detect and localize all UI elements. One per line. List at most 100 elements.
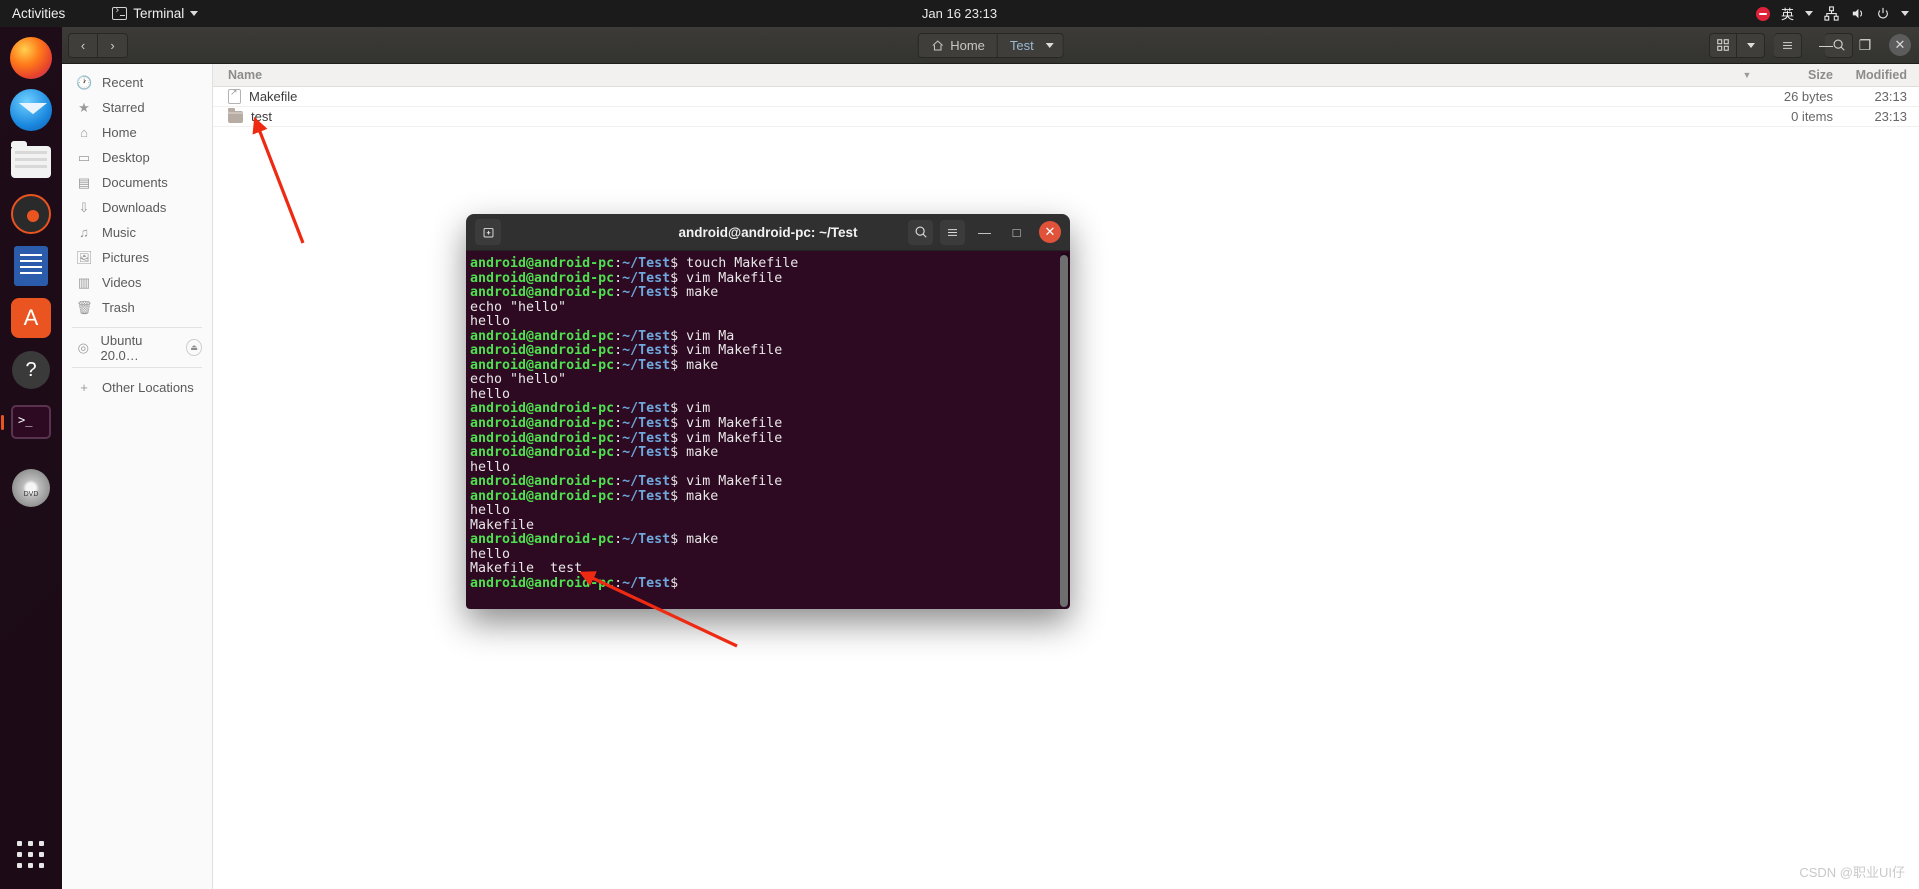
file-size-cell: 26 bytes (1783, 89, 1833, 104)
terminal-user: android@android-pc (470, 474, 615, 490)
sidebar-item-other-locations[interactable]: + Other Locations (62, 375, 212, 400)
sidebar-item-home[interactable]: ⌂ Home (62, 120, 212, 145)
app-menu-label: Terminal (133, 6, 185, 21)
grid-view-button[interactable] (1709, 32, 1737, 58)
files-minimize-button[interactable]: — (1811, 32, 1841, 58)
firefox-icon (10, 37, 52, 79)
file-name-cell[interactable]: test (213, 107, 1733, 124)
ime-indicator[interactable]: 英 (1781, 4, 1794, 23)
eject-icon[interactable]: ⏏ (186, 339, 202, 356)
dock-item-rhythmbox[interactable] (8, 191, 54, 237)
terminal-path: ~/Test (622, 532, 671, 548)
breadcrumb-home[interactable]: Home (917, 32, 998, 58)
terminal-maximize-button[interactable]: □ (1004, 220, 1029, 245)
column-header-size[interactable]: Size (1761, 68, 1833, 82)
file-name-cell[interactable]: Makefile (213, 87, 1733, 104)
terminal-user: android@android-pc (470, 430, 615, 446)
sidebar-item-pictures[interactable]: 🖼 Pictures (62, 245, 212, 270)
terminal-scrollbar-thumb[interactable] (1060, 255, 1068, 607)
activities-button[interactable]: Activities (12, 6, 65, 21)
sidebar-item-label: Pictures (102, 250, 149, 265)
grid-view-icon (1717, 39, 1729, 51)
record-icon[interactable] (1755, 6, 1770, 21)
terminal-command: $ (670, 576, 687, 592)
terminal-output[interactable]: android@android-pc:~/Test$ touch Makefil… (466, 251, 1070, 609)
column-header-name[interactable]: Name (213, 68, 1733, 82)
terminal-command: $ vim Makefile (670, 270, 783, 286)
files-header-bar: ‹ › Home Test — ❐ ✕ (62, 27, 1919, 64)
table-row[interactable]: test 0 items 23:13 (213, 107, 1919, 127)
sidebar-item-recent[interactable]: 🕐 Recent (62, 70, 212, 95)
terminal-user: android@android-pc (470, 256, 615, 271)
sidebar-item-downloads[interactable]: ⇩ Downloads (62, 195, 212, 220)
new-tab-button[interactable] (475, 219, 501, 245)
dock-item-terminal[interactable] (1, 399, 54, 445)
terminal-colon: : (614, 270, 623, 286)
dock-item-libreoffice-writer[interactable] (8, 243, 54, 289)
terminal-minimize-button[interactable]: — (972, 220, 997, 245)
files-close-button[interactable]: ✕ (1889, 34, 1911, 56)
chevron-down-icon (1901, 11, 1909, 16)
dock-item-files[interactable] (8, 139, 54, 185)
dock-item-thunderbird[interactable] (8, 87, 54, 133)
main-menu-button[interactable] (1774, 32, 1802, 58)
terminal-path: ~/Test (622, 401, 671, 417)
header-right-controls: — ❐ ✕ (1700, 32, 1911, 58)
files-maximize-button[interactable]: ❐ (1850, 32, 1880, 58)
clock[interactable]: Jan 16 23:13 (922, 6, 997, 21)
sidebar-item-starred[interactable]: ★ Starred (62, 95, 212, 120)
terminal-command: $ vim Makefile (670, 343, 783, 359)
sidebar-item-music[interactable]: ♫ Music (62, 220, 212, 245)
terminal-path: ~/Test (622, 343, 671, 359)
show-applications-button[interactable] (11, 835, 51, 875)
software-icon (11, 298, 51, 338)
dock-item-help[interactable] (8, 347, 54, 393)
terminal-menu-button[interactable] (940, 219, 965, 245)
sidebar-item-label: Recent (102, 75, 144, 90)
sidebar-item-label: Ubuntu 20.0… (100, 332, 143, 363)
terminal-prompt-line: android@android-pc:~/Test$ vim Makefile (470, 430, 1070, 447)
download-icon: ⇩ (78, 199, 90, 215)
sidebar-item-ubuntu-disc[interactable]: ◎ Ubuntu 20.0… ⏏ (62, 332, 212, 363)
sidebar-item-trash[interactable]: 🗑 Trash (62, 295, 212, 320)
terminal-user: android@android-pc (470, 343, 615, 359)
terminal-output-line: Makefile test (470, 561, 583, 577)
terminal-search-button[interactable] (908, 219, 933, 245)
app-menu-button[interactable]: Terminal (112, 5, 199, 21)
chevron-down-icon (190, 11, 199, 16)
power-icon (1878, 7, 1888, 19)
terminal-icon (11, 405, 51, 439)
back-button[interactable]: ‹ (68, 32, 98, 58)
forward-button[interactable]: › (98, 32, 128, 58)
breadcrumb: Home Test (917, 32, 1064, 58)
view-options-dropdown[interactable] (1737, 32, 1765, 58)
terminal-colon: : (614, 401, 623, 417)
terminal-path: ~/Test (622, 430, 671, 446)
terminal-title: android@android-pc: ~/Test (678, 224, 858, 240)
sort-descending-icon[interactable]: ▼ (1733, 70, 1761, 80)
table-row[interactable]: Makefile 26 bytes 23:13 (213, 87, 1919, 107)
terminal-command: $ vim Makefile (670, 430, 783, 446)
system-indicators[interactable]: 英 (1755, 4, 1909, 23)
videos-icon: ▥ (77, 274, 91, 290)
terminal-colon: : (614, 416, 623, 432)
terminal-prompt-line: android@android-pc:~/Test$ vim (470, 402, 1070, 417)
dock-item-firefox[interactable] (8, 35, 54, 81)
terminal-window: android@android-pc: ~/Test — □ ✕ android… (466, 214, 1070, 609)
sidebar-divider (72, 367, 202, 368)
file-name-label: test (251, 109, 272, 124)
dock-item-dvd[interactable] (8, 465, 54, 511)
terminal-header-controls: — □ ✕ (908, 219, 1061, 245)
column-header-modified[interactable]: Modified (1833, 68, 1919, 82)
sidebar-item-desktop[interactable]: ▭ Desktop (62, 145, 212, 170)
dock-item-ubuntu-software[interactable] (8, 295, 54, 341)
terminal-close-button[interactable]: ✕ (1039, 221, 1061, 243)
terminal-scrollbar-track[interactable] (1060, 253, 1069, 607)
terminal-command: $ vim Ma (670, 328, 735, 344)
terminal-command: $ vim (670, 401, 711, 417)
sidebar-item-documents[interactable]: ▤ Documents (62, 170, 212, 195)
sidebar-item-videos[interactable]: ▥ Videos (62, 270, 212, 295)
terminal-user: android@android-pc (470, 328, 615, 344)
breadcrumb-test[interactable]: Test (997, 32, 1064, 58)
breadcrumb-test-label: Test (1009, 37, 1034, 53)
